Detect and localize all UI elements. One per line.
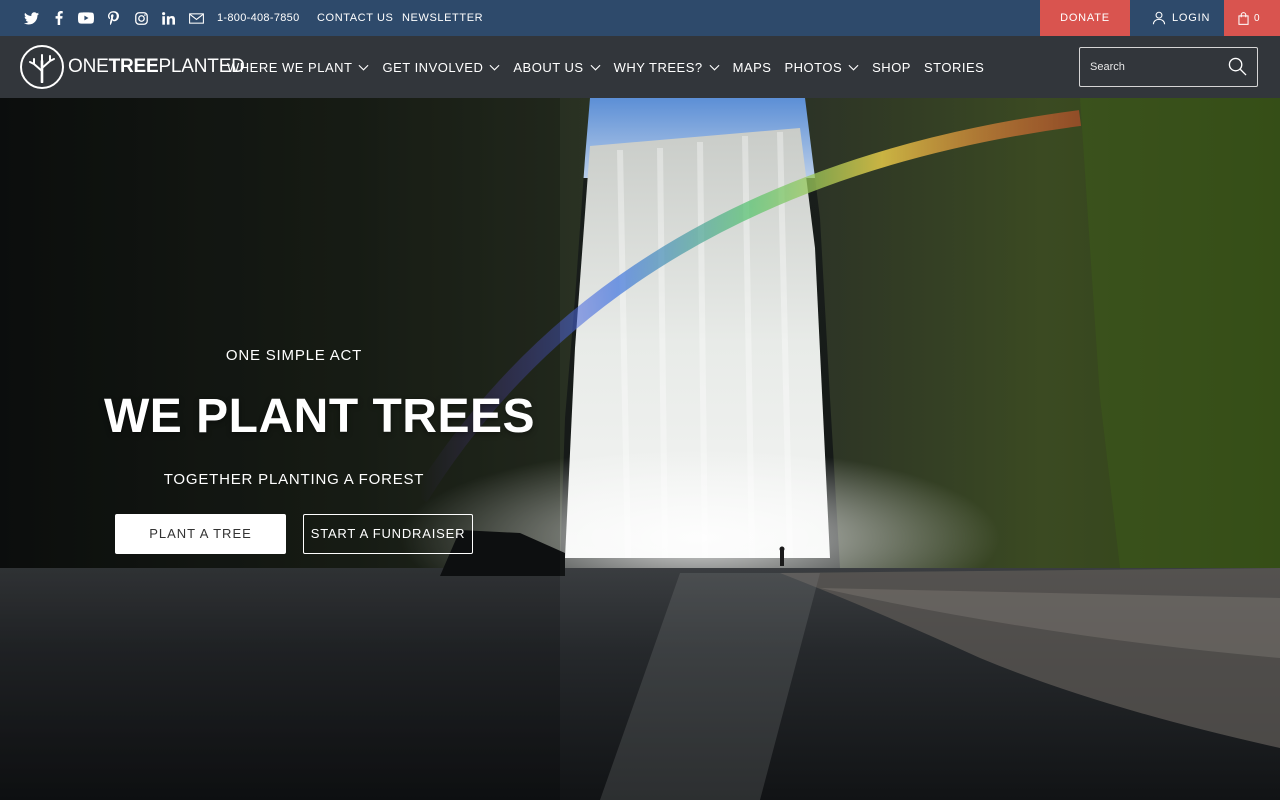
logo-wordmark: ONETREEPLANTED <box>68 56 245 77</box>
nav-item-where-we-plant[interactable]: WHERE WE PLANT <box>227 60 369 75</box>
hero-subtitle: TOGETHER PLANTING A FOREST <box>163 471 425 488</box>
nav-item-label: MAPS <box>732 59 772 75</box>
twitter-icon[interactable] <box>22 9 40 27</box>
nav-item-label: GET INVOLVED <box>382 59 484 75</box>
nav-item-label: ABOUT US <box>513 59 584 75</box>
login-button[interactable]: LOGIN <box>1152 0 1210 36</box>
start-a-fundraiser-button[interactable]: START A FUNDRAISER <box>303 514 473 554</box>
newsletter-link[interactable]: NEWSLETTER <box>402 0 483 36</box>
hero-section: ONE SIMPLE ACT WE PLANT TREES TOGETHER P… <box>0 98 1280 800</box>
nav-item-about-us[interactable]: ABOUT US <box>513 59 601 75</box>
site-logo[interactable]: ONETREEPLANTED <box>20 44 245 90</box>
user-icon <box>1152 11 1166 25</box>
instagram-icon[interactable] <box>132 9 150 27</box>
nav-menu: WHERE WE PLANT GET INVOLVED ABOUT US WHY… <box>227 36 997 98</box>
linkedin-icon[interactable] <box>160 9 178 27</box>
search-box <box>1079 47 1258 87</box>
hero-title: WE PLANT TREES <box>104 390 536 443</box>
nav-item-label: WHERE WE PLANT <box>227 59 353 75</box>
nav-item-photos[interactable]: PHOTOS <box>784 60 859 75</box>
top-bar: 1-800-408-7850 CONTACT US NEWSLETTER DON… <box>0 0 1280 36</box>
cart-button[interactable]: 0 <box>1224 0 1280 36</box>
chevron-down-icon <box>848 64 859 71</box>
nav-item-stories[interactable]: STORIES <box>924 60 984 75</box>
youtube-icon[interactable] <box>77 9 95 27</box>
cart-count: 0 <box>1254 12 1260 24</box>
contact-us-link[interactable]: CONTACT US <box>317 0 394 36</box>
tree-logo-icon <box>20 45 64 89</box>
hero-background-image <box>0 98 1280 800</box>
chevron-down-icon <box>358 64 369 71</box>
shopping-bag-icon <box>1238 11 1249 25</box>
facebook-icon[interactable] <box>50 9 68 27</box>
search-input[interactable] <box>1080 48 1230 86</box>
donate-button[interactable]: DONATE <box>1040 0 1130 36</box>
nav-item-maps[interactable]: MAPS <box>733 60 772 75</box>
phone-link[interactable]: 1-800-408-7850 <box>217 0 299 36</box>
hero-kicker: ONE SIMPLE ACT <box>225 347 363 364</box>
pinterest-icon[interactable] <box>105 9 123 27</box>
nav-item-label: STORIES <box>923 59 985 75</box>
chevron-down-icon <box>590 64 601 71</box>
plant-a-tree-button[interactable]: PLANT A TREE <box>115 514 286 554</box>
nav-item-label: SHOP <box>872 59 911 75</box>
nav-item-label: PHOTOS <box>784 59 843 75</box>
nav-item-shop[interactable]: SHOP <box>872 60 911 75</box>
nav-item-get-involved[interactable]: GET INVOLVED <box>382 60 500 75</box>
chevron-down-icon <box>709 64 720 71</box>
search-icon[interactable] <box>1228 57 1247 76</box>
email-icon[interactable] <box>187 9 205 27</box>
chevron-down-icon <box>489 64 500 71</box>
nav-item-why-trees[interactable]: WHY TREES? <box>614 60 720 75</box>
login-label: LOGIN <box>1172 12 1211 24</box>
social-links <box>22 0 215 36</box>
nav-item-label: WHY TREES? <box>613 59 703 75</box>
main-navigation-bar: ONETREEPLANTED WHERE WE PLANT GET INVOLV… <box>0 36 1280 98</box>
